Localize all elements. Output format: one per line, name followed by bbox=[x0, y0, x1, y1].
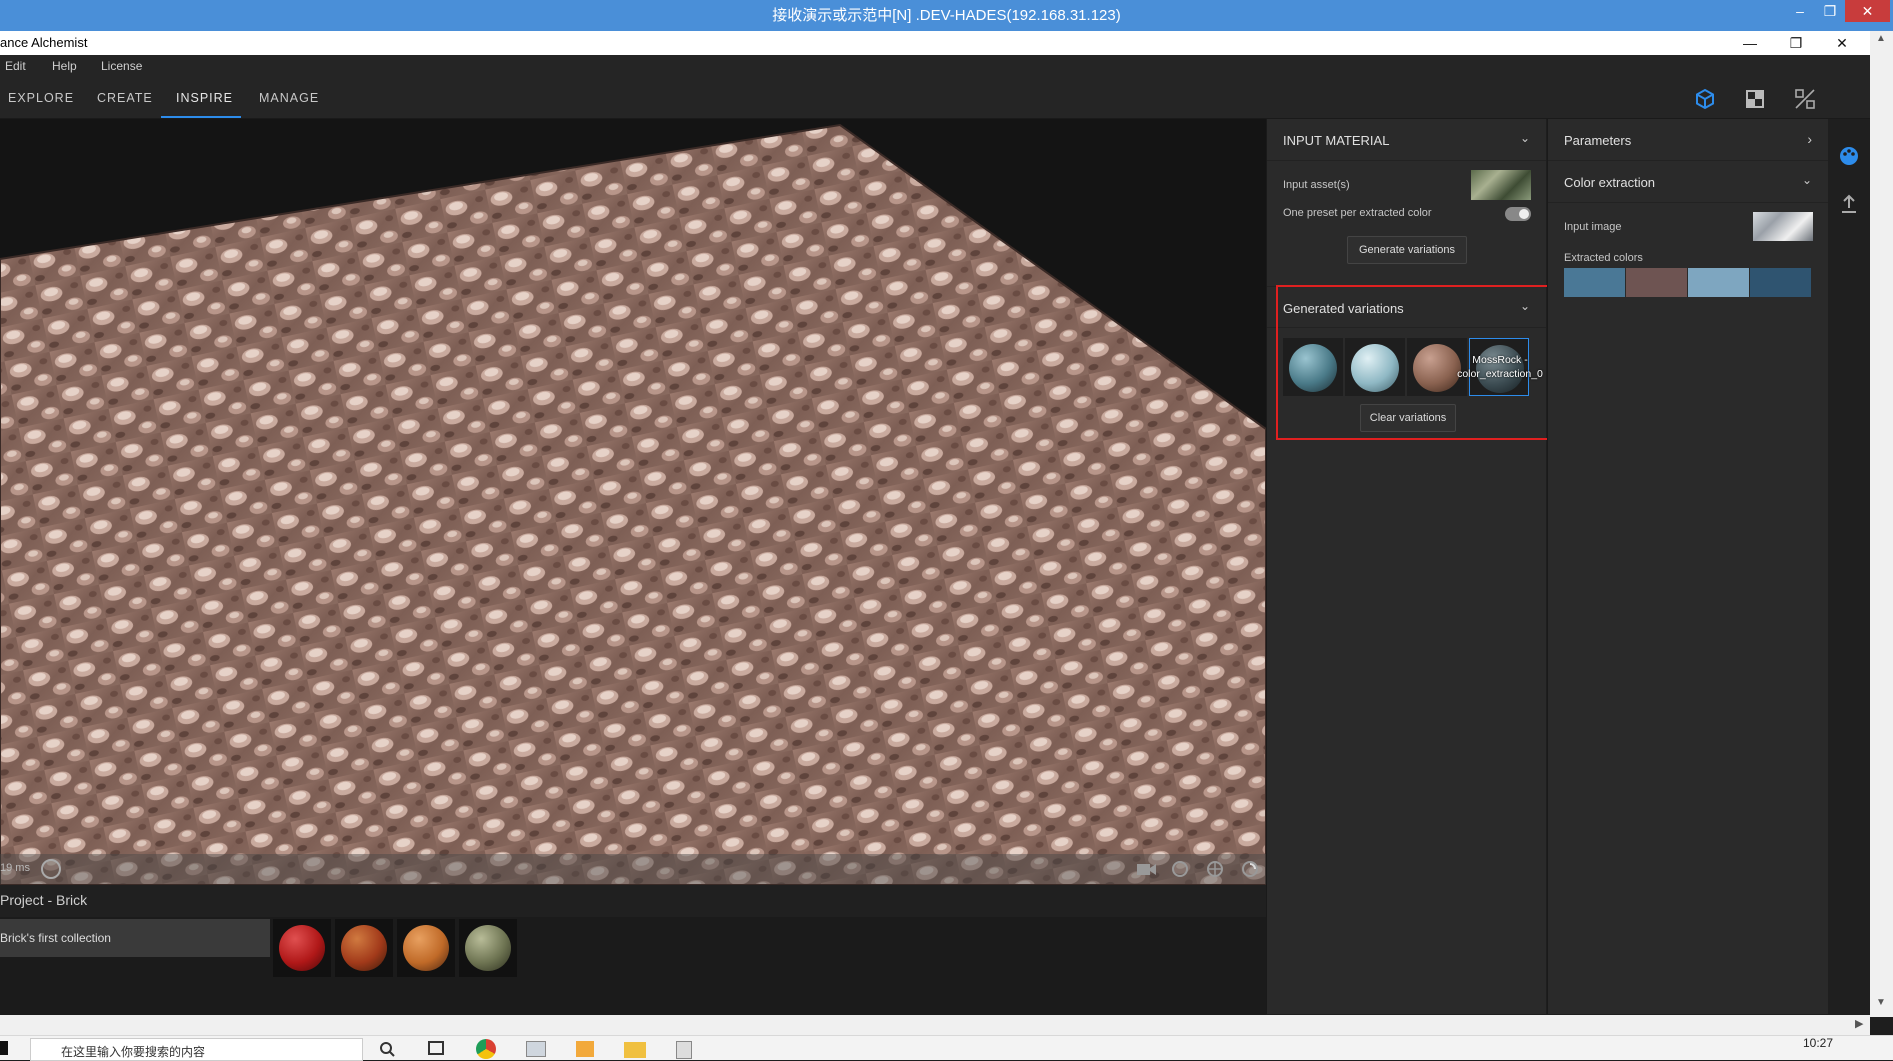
main-tabs: EXPLORE CREATE INSPIRE MANAGE bbox=[0, 77, 1870, 119]
input-asset-thumb[interactable] bbox=[1471, 170, 1531, 200]
menu-bar: Edit Help License bbox=[0, 55, 1870, 77]
palette-icon[interactable] bbox=[1838, 145, 1860, 167]
menu-help[interactable]: Help bbox=[52, 59, 77, 73]
extracted-color-swatch[interactable] bbox=[1564, 268, 1625, 297]
scroll-down-icon[interactable]: ▼ bbox=[1876, 997, 1886, 1008]
app-restore-button[interactable]: ❐ bbox=[1778, 31, 1814, 55]
menu-edit[interactable]: Edit bbox=[5, 59, 26, 73]
toggle-knob bbox=[1519, 209, 1529, 219]
input-material-header[interactable]: INPUT MATERIAL ⌄ bbox=[1267, 119, 1546, 161]
material-sphere bbox=[465, 925, 511, 971]
scroll-right-icon[interactable]: ▶ bbox=[1855, 1017, 1863, 1030]
input-material-panel: INPUT MATERIAL ⌄ Input asset(s) One pres… bbox=[1266, 119, 1546, 1014]
start-icon[interactable] bbox=[0, 1041, 8, 1055]
app-title-bar: ance Alchemist — ❐ ✕ bbox=[0, 31, 1870, 55]
color-extraction-title: Color extraction bbox=[1564, 175, 1656, 190]
remote-close-button[interactable]: ✕ bbox=[1845, 0, 1890, 22]
tab-manage[interactable]: MANAGE bbox=[259, 91, 319, 105]
parameters-header[interactable]: Parameters › bbox=[1548, 119, 1828, 161]
project-collection-panel: Brick's first collection bbox=[0, 917, 1266, 1015]
material-preview-render bbox=[0, 119, 1266, 885]
taskbar-search-input[interactable]: 在这里输入你要搜索的内容 bbox=[30, 1038, 363, 1061]
app-title: ance Alchemist bbox=[0, 35, 88, 50]
scroll-up-icon[interactable]: ▲ bbox=[1876, 33, 1886, 44]
input-assets-label: Input asset(s) bbox=[1283, 179, 1350, 191]
extracted-color-swatch[interactable] bbox=[1626, 268, 1687, 297]
split-view-icon[interactable] bbox=[1793, 87, 1817, 111]
vertical-scrollbar[interactable]: ▲ ▼ bbox=[1870, 31, 1893, 1017]
remote-session-title: 接收演示或示范中[N] .DEV-HADES(192.168.31.123) bbox=[772, 7, 1121, 24]
extracted-color-swatch[interactable] bbox=[1750, 268, 1811, 297]
parameters-title: Parameters bbox=[1564, 133, 1632, 148]
right-tool-rail bbox=[1828, 119, 1870, 1014]
render-time: 19 ms bbox=[0, 862, 30, 874]
chrome-icon[interactable] bbox=[476, 1039, 496, 1059]
color-extraction-header[interactable]: Color extraction ⌄ bbox=[1548, 161, 1828, 203]
collection-item[interactable]: Brick's first collection bbox=[0, 919, 270, 957]
cube-view-icon[interactable] bbox=[1693, 87, 1717, 111]
one-preset-toggle[interactable] bbox=[1505, 207, 1531, 221]
app-close-button[interactable]: ✕ bbox=[1824, 31, 1860, 55]
extracted-color-swatch[interactable] bbox=[1688, 268, 1749, 297]
search-icon[interactable] bbox=[378, 1040, 396, 1058]
remote-restore-button[interactable]: ❐ bbox=[1815, 0, 1845, 22]
taskbar-clock: 10:27 bbox=[1802, 1036, 1833, 1050]
chevron-down-icon[interactable]: ⌄ bbox=[1802, 173, 1812, 187]
tab-explore[interactable]: EXPLORE bbox=[8, 91, 74, 105]
export-icon[interactable] bbox=[1838, 193, 1860, 215]
reset-view-icon[interactable] bbox=[1240, 859, 1260, 879]
2d-view-icon[interactable] bbox=[1743, 87, 1767, 111]
viewport-status-bar: 19 ms bbox=[0, 854, 1266, 884]
generate-variations-button[interactable]: Generate variations bbox=[1347, 236, 1467, 264]
3d-viewport[interactable] bbox=[0, 119, 1266, 885]
loading-spinner-icon bbox=[41, 859, 61, 879]
extracted-colors-label: Extracted colors bbox=[1564, 252, 1643, 264]
menu-license[interactable]: License bbox=[101, 59, 142, 73]
tab-inspire[interactable]: INSPIRE bbox=[176, 91, 233, 105]
material-sphere bbox=[403, 925, 449, 971]
project-material-thumb[interactable] bbox=[397, 919, 455, 977]
text-editor-icon[interactable] bbox=[676, 1041, 692, 1059]
material-sphere bbox=[279, 925, 325, 971]
rotate-icon[interactable] bbox=[1170, 859, 1190, 879]
app-minimize-button[interactable]: — bbox=[1732, 31, 1768, 55]
task-view-icon[interactable] bbox=[428, 1041, 444, 1055]
chevron-right-icon[interactable]: › bbox=[1807, 131, 1812, 147]
remote-minimize-button[interactable]: – bbox=[1785, 0, 1815, 22]
app-window-icon[interactable] bbox=[526, 1041, 546, 1057]
one-preset-label: One preset per extracted color bbox=[1283, 207, 1432, 219]
remote-session-bar: 接收演示或示范中[N] .DEV-HADES(192.168.31.123) –… bbox=[0, 0, 1893, 31]
project-header: Project - Brick bbox=[0, 885, 1266, 917]
project-material-thumb[interactable] bbox=[459, 919, 517, 977]
project-material-thumb[interactable] bbox=[335, 919, 393, 977]
parameters-panel: Parameters › Color extraction ⌄ Input im… bbox=[1547, 119, 1828, 1014]
project-title: Project - Brick bbox=[0, 892, 88, 908]
file-explorer-icon[interactable] bbox=[624, 1042, 646, 1058]
horizontal-scrollbar[interactable]: ▶ bbox=[0, 1015, 1870, 1035]
camera-icon[interactable] bbox=[1135, 859, 1157, 879]
input-image-thumb[interactable] bbox=[1753, 212, 1813, 241]
environment-icon[interactable] bbox=[1205, 859, 1225, 879]
windows-taskbar: 在这里输入你要搜索的内容 10:27 bbox=[0, 1035, 1893, 1061]
app-icon[interactable] bbox=[576, 1041, 594, 1057]
input-material-title: INPUT MATERIAL bbox=[1283, 133, 1390, 148]
active-tab-indicator bbox=[161, 116, 241, 118]
input-image-label: Input image bbox=[1564, 221, 1622, 233]
material-sphere bbox=[341, 925, 387, 971]
chevron-down-icon[interactable]: ⌄ bbox=[1520, 131, 1530, 145]
project-material-thumb[interactable] bbox=[273, 919, 331, 977]
tab-create[interactable]: CREATE bbox=[97, 91, 153, 105]
